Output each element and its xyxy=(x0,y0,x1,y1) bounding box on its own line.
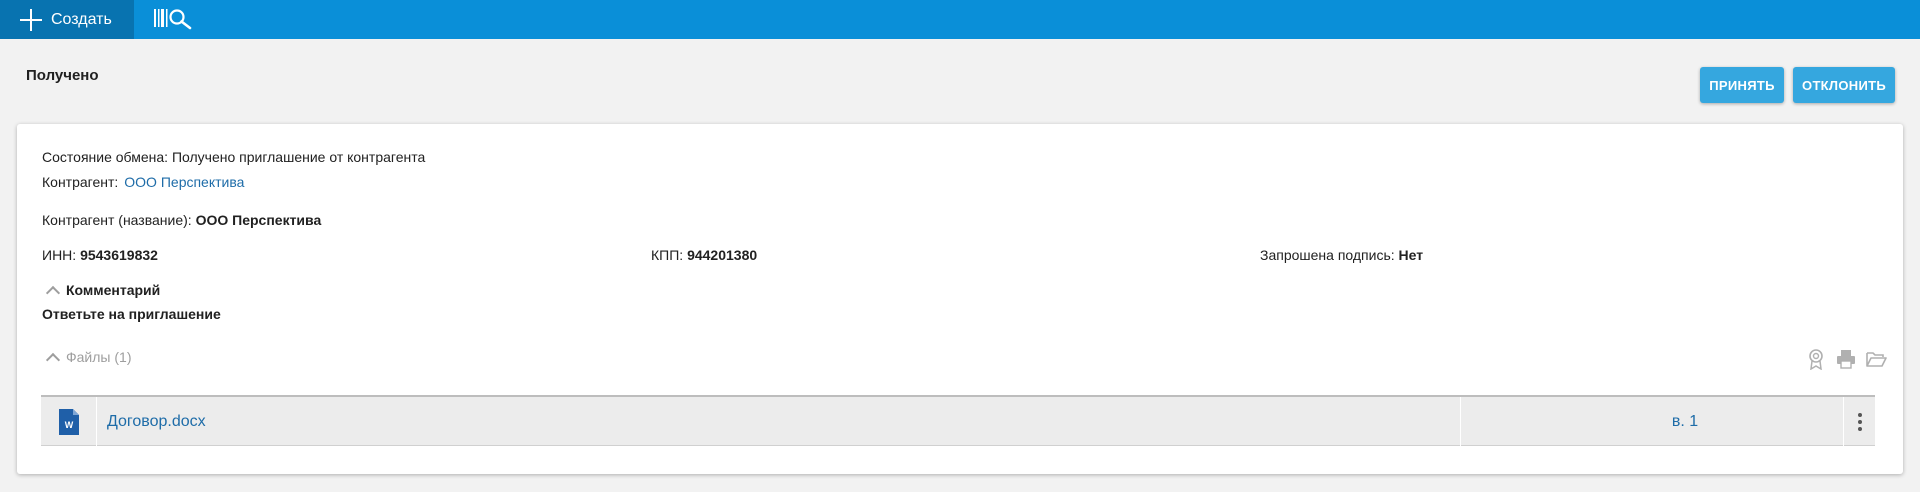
chevron-up-icon xyxy=(45,285,61,301)
counterparty-link[interactable]: ООО Перспектива xyxy=(124,174,244,190)
barcode-search-icon xyxy=(154,9,192,30)
exchange-state-value: Получено приглашение от контрагента xyxy=(171,149,426,165)
signature-row: Запрошена подпись: Нет xyxy=(1260,247,1423,263)
counterparty-name-label: Контрагент (название): xyxy=(42,212,192,228)
exchange-state-row: Состояние обмена: Получено приглашение о… xyxy=(42,149,425,165)
create-button-label: Создать xyxy=(51,10,112,28)
kpp-label: КПП: xyxy=(651,247,684,263)
kpp-value: 944201380 xyxy=(687,247,758,263)
inn-label: ИНН: xyxy=(42,247,77,263)
signature-label: Запрошена подпись: xyxy=(1260,247,1395,263)
exchange-state-label: Состояние обмена: xyxy=(42,149,169,165)
files-toggle[interactable]: Файлы (1) xyxy=(45,349,132,368)
comment-text: Ответьте на приглашение xyxy=(42,306,221,322)
file-version-link[interactable]: в. 1 xyxy=(1461,397,1909,446)
top-toolbar: Создать xyxy=(0,0,1920,39)
reject-button[interactable]: ОТКЛОНИТЬ xyxy=(1793,67,1895,103)
row-menu-button[interactable] xyxy=(1843,397,1875,446)
page-title: Получено xyxy=(26,67,99,84)
files-toggle-label: Файлы (1) xyxy=(66,349,132,365)
inn-value: 9543619832 xyxy=(80,247,158,263)
word-document-icon: W xyxy=(58,408,79,435)
invitation-card: Состояние обмена: Получено приглашение о… xyxy=(17,124,1903,474)
counterparty-name-value: ООО Перспектива xyxy=(195,212,322,228)
svg-text:W: W xyxy=(64,420,73,430)
comment-toggle-label: Комментарий xyxy=(66,282,161,298)
barcode-search-button[interactable] xyxy=(150,6,196,32)
inn-row: ИНН: 9543619832 xyxy=(42,247,158,263)
kpp-row: КПП: 944201380 xyxy=(651,247,757,263)
create-button[interactable]: Создать xyxy=(0,0,134,39)
files-toolbar xyxy=(1805,348,1887,370)
printer-icon[interactable] xyxy=(1835,348,1857,370)
chevron-up-icon xyxy=(45,352,61,368)
counterparty-row: Контрагент: ООО Перспектива xyxy=(42,174,244,190)
comment-toggle[interactable]: Комментарий xyxy=(45,282,161,301)
plus-icon xyxy=(19,8,43,32)
more-vertical-icon xyxy=(1857,412,1862,431)
counterparty-label: Контрагент: xyxy=(42,174,119,190)
signature-value: Нет xyxy=(1398,247,1424,263)
accept-button[interactable]: ПРИНЯТЬ xyxy=(1700,67,1784,103)
counterparty-name-row: Контрагент (название): ООО Перспектива xyxy=(42,212,321,228)
file-type-cell: W xyxy=(41,397,97,446)
file-name-link[interactable]: Договор.docx xyxy=(97,397,1461,446)
certificate-icon[interactable] xyxy=(1805,348,1827,370)
folder-open-icon[interactable] xyxy=(1865,348,1887,370)
files-table: W Договор.docx в. 1 xyxy=(41,395,1875,446)
